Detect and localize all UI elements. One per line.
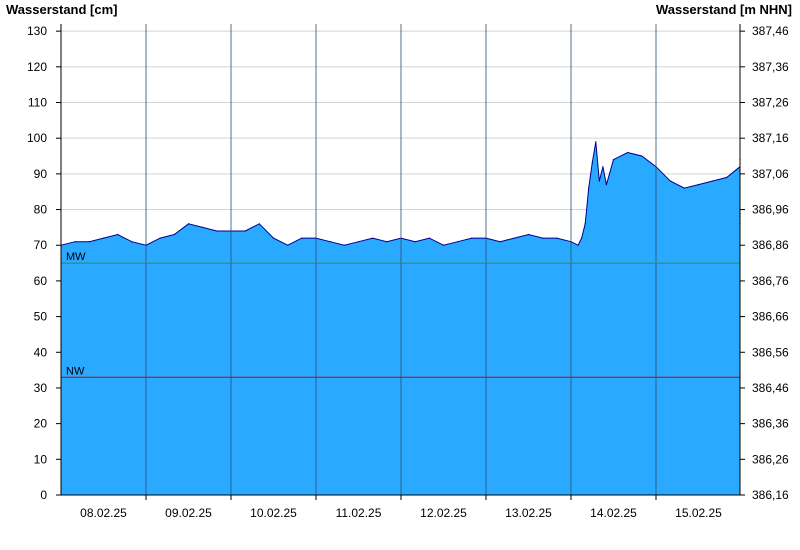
data-point-25 bbox=[414, 241, 416, 243]
right-tick-label-10: 387,16 bbox=[752, 131, 789, 145]
right-axis-title: Wasserstand [m NHN] bbox=[656, 2, 792, 17]
data-point-54 bbox=[726, 176, 728, 178]
data-point-19 bbox=[329, 241, 331, 243]
left-tick-label-9: 90 bbox=[34, 167, 48, 181]
x-tick-label-3: 11.02.25 bbox=[336, 506, 382, 520]
data-point-22 bbox=[372, 237, 374, 239]
left-tick-label-3: 30 bbox=[34, 381, 48, 395]
data-point-40 bbox=[588, 187, 590, 189]
left-tick-label-8: 80 bbox=[34, 203, 48, 217]
left-tick-label-13: 130 bbox=[27, 24, 47, 38]
x-tick-label-0: 08.02.25 bbox=[80, 506, 127, 520]
data-point-50 bbox=[669, 180, 671, 182]
right-tick-label-3: 386,46 bbox=[752, 381, 789, 395]
data-point-31 bbox=[499, 241, 501, 243]
right-tick-label-6: 386,76 bbox=[752, 274, 789, 288]
data-point-48 bbox=[641, 155, 643, 157]
data-point-29 bbox=[471, 237, 473, 239]
left-tick-label-11: 110 bbox=[28, 96, 47, 110]
data-point-51 bbox=[683, 187, 685, 189]
data-point-42 bbox=[595, 141, 597, 143]
data-point-17 bbox=[301, 237, 303, 239]
data-point-39 bbox=[584, 223, 586, 225]
data-point-20 bbox=[343, 244, 345, 246]
data-point-13 bbox=[244, 230, 246, 232]
right-tick-label-7: 386,86 bbox=[752, 238, 789, 252]
data-point-47 bbox=[627, 151, 629, 154]
data-point-9 bbox=[187, 223, 190, 225]
right-tick-label-4: 386,56 bbox=[752, 345, 789, 359]
x-tick-label-7: 15.02.25 bbox=[675, 506, 722, 520]
left-tick-label-0: 0 bbox=[40, 488, 47, 502]
data-point-44 bbox=[602, 166, 604, 168]
x-tick-label-1: 09.02.25 bbox=[165, 506, 212, 520]
data-point-1 bbox=[74, 241, 76, 243]
left-axis-title: Wasserstand [cm] bbox=[6, 2, 118, 17]
left-tick-label-5: 50 bbox=[34, 310, 48, 324]
data-point-4 bbox=[117, 233, 119, 236]
right-tick-label-11: 387,26 bbox=[752, 96, 789, 110]
data-point-27 bbox=[442, 244, 445, 246]
left-tick-label-2: 20 bbox=[34, 417, 48, 431]
data-point-28 bbox=[457, 241, 459, 243]
data-point-43 bbox=[598, 180, 600, 182]
data-point-21 bbox=[357, 241, 360, 243]
right-tick-label-12: 387,36 bbox=[752, 60, 789, 74]
data-point-26 bbox=[428, 237, 430, 239]
data-point-7 bbox=[159, 237, 161, 239]
data-point-3 bbox=[102, 237, 105, 239]
left-tick-label-4: 40 bbox=[34, 345, 48, 359]
water-level-chart: Wasserstand [cm] Wasserstand [m NHN] MW N… bbox=[6, 2, 792, 520]
data-point-52 bbox=[697, 184, 700, 186]
data-point-46 bbox=[612, 159, 615, 161]
x-tick-label-4: 12.02.25 bbox=[420, 506, 467, 520]
data-point-37 bbox=[577, 244, 579, 246]
data-point-8 bbox=[173, 233, 175, 236]
ref-label-nw: NW bbox=[66, 365, 85, 377]
ref-label-mw: MW bbox=[66, 251, 86, 263]
data-point-32 bbox=[513, 237, 515, 239]
data-point-53 bbox=[712, 180, 714, 182]
x-tick-label-6: 14.02.25 bbox=[590, 506, 637, 520]
left-tick-label-1: 10 bbox=[34, 452, 48, 466]
x-tick-label-5: 13.02.25 bbox=[505, 506, 552, 520]
data-point-14 bbox=[258, 223, 260, 225]
data-point-15 bbox=[272, 237, 275, 239]
data-point-23 bbox=[386, 241, 388, 243]
data-point-33 bbox=[527, 233, 530, 236]
left-tick-label-10: 100 bbox=[27, 131, 47, 145]
right-tick-label-0: 386,16 bbox=[752, 488, 789, 502]
data-point-34 bbox=[542, 237, 544, 239]
data-point-11 bbox=[216, 230, 218, 232]
left-tick-label-6: 60 bbox=[34, 274, 48, 288]
right-tick-label-9: 387,06 bbox=[752, 167, 789, 181]
right-tick-label-5: 386,66 bbox=[752, 310, 789, 324]
right-tick-label-1: 386,26 bbox=[752, 452, 789, 466]
data-point-2 bbox=[88, 241, 90, 243]
data-point-5 bbox=[131, 241, 133, 243]
left-tick-label-7: 70 bbox=[34, 238, 48, 252]
right-tick-label-2: 386,36 bbox=[752, 417, 789, 431]
data-point-10 bbox=[202, 226, 204, 228]
data-point-41 bbox=[591, 162, 593, 164]
right-tick-label-8: 386,96 bbox=[752, 203, 789, 217]
right-tick-label-13: 387,46 bbox=[752, 24, 789, 38]
data-point-38 bbox=[581, 237, 583, 239]
data-point-35 bbox=[556, 237, 558, 239]
data-point-16 bbox=[287, 244, 289, 246]
x-tick-label-2: 10.02.25 bbox=[250, 506, 297, 520]
left-tick-label-12: 120 bbox=[27, 60, 47, 74]
data-point-45 bbox=[605, 184, 608, 186]
